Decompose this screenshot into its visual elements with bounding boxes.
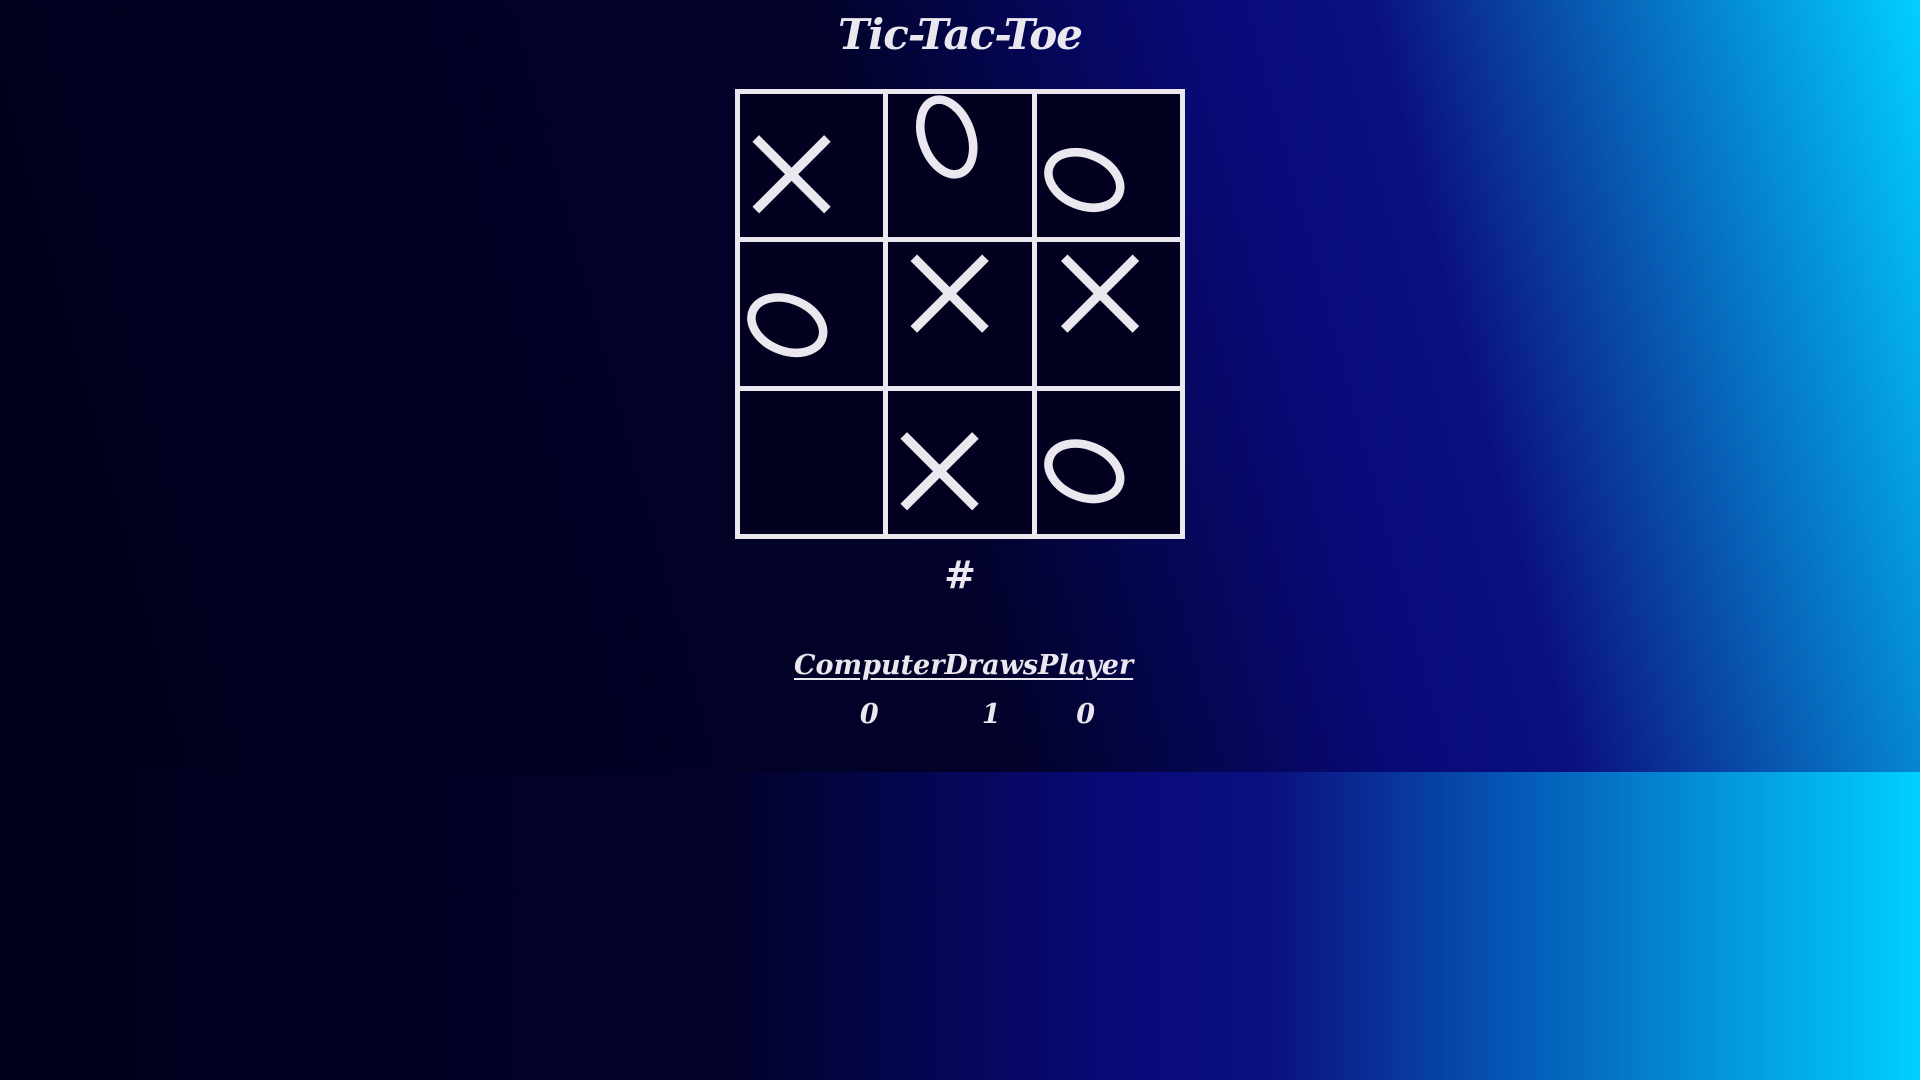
board-cell-8[interactable] [888,390,1032,534]
o-mark-icon [1043,438,1125,503]
score-label-computer: Computer [794,650,945,681]
score-value-draws: 1 [981,699,1001,730]
score-label-draws: Draws [944,650,1039,681]
o-mark-icon [1043,148,1125,212]
board-cell-4[interactable] [740,242,884,386]
game-status: # [944,552,976,597]
score-value-player: 0 [1076,699,1095,730]
board-cell-7[interactable] [740,390,884,534]
score-column-draws: Draws 1 [944,650,1038,730]
o-mark-icon [916,95,978,179]
x-mark-icon [752,135,831,214]
score-label-player: Player [1038,650,1134,681]
board-cell-5[interactable] [888,242,1032,386]
score-column-player: Player 0 [1038,650,1133,730]
game-title: Tic-Tac-Toe [838,10,1083,59]
x-mark-icon [910,254,990,334]
o-mark-icon [747,293,828,358]
background-gradient-bottom [0,772,1920,1080]
board-cell-3[interactable] [1036,94,1180,238]
score-value-computer: 0 [859,699,879,730]
game-board [735,89,1185,539]
board-cell-6[interactable] [1036,242,1180,386]
x-mark-icon [1060,254,1139,334]
board-cell-1[interactable] [740,94,884,238]
x-mark-icon [900,431,980,511]
score-column-computer: Computer 0 [794,650,944,730]
board-cell-2[interactable] [888,94,1032,238]
scoreboard: Computer 0 Draws 1 Player 0 [794,650,1133,730]
board-cell-9[interactable] [1036,390,1180,534]
